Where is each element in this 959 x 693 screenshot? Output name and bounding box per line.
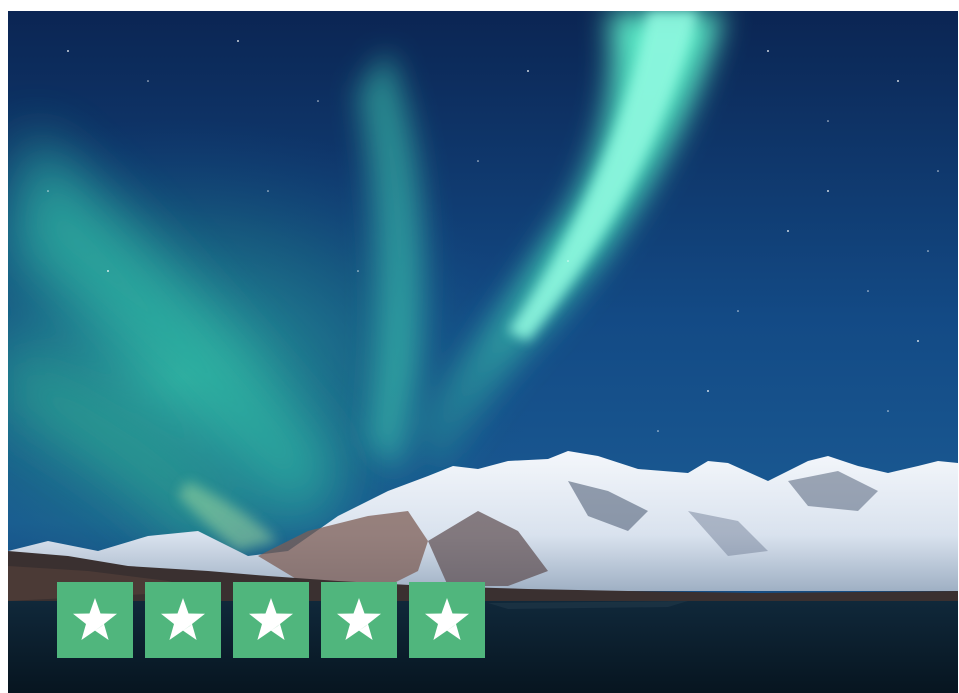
star-tile-1 <box>57 582 133 658</box>
photo-frame <box>8 11 958 693</box>
star-icon <box>161 598 205 640</box>
star-icon <box>337 598 381 640</box>
star-tile-2 <box>145 582 221 658</box>
star-icon <box>425 598 469 640</box>
star-icon <box>249 598 293 640</box>
star-tile-5 <box>409 582 485 658</box>
star-rating <box>57 582 485 658</box>
star-tile-3 <box>233 582 309 658</box>
star-icon <box>73 598 117 640</box>
star-tile-4 <box>321 582 397 658</box>
